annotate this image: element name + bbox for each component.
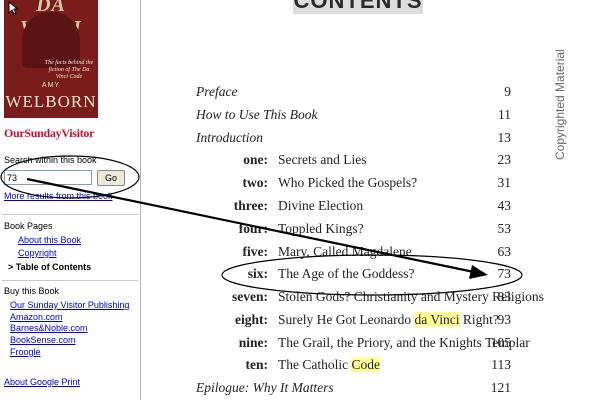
toc-title-part: Surely He Got Leonardo (278, 312, 415, 327)
toc-page: 31 (497, 175, 512, 190)
toc-title-part: Right? (459, 312, 499, 327)
book-pages-title: Book Pages (4, 221, 53, 231)
toc-page: 63 (497, 244, 512, 259)
toc-title: How to Use This Book (196, 107, 318, 122)
toc-title: The Catholic Code (278, 357, 380, 373)
toc-page: 121 (490, 380, 511, 395)
toc-chapter-label: seven: (232, 289, 268, 304)
toc-row-chapter-one: one: Secrets and Lies 23 (196, 152, 511, 174)
toc-title: Introduction (196, 130, 263, 145)
toc-chapter-label: five: (242, 244, 268, 259)
buy-link-osv[interactable]: Our Sunday Visitor Publishing (10, 300, 129, 310)
toc-page: 13 (497, 130, 512, 145)
toc-chapter-label: six: (247, 266, 268, 281)
about-this-book-link[interactable]: About this Book (18, 235, 81, 245)
table-of-contents-current: > Table of Contents (8, 262, 92, 272)
toc-row-chapter-three: three: Divine Election 43 (196, 198, 511, 220)
toc-row-chapter-ten: ten: The Catholic Code 113 (196, 357, 511, 379)
mouse-cursor-icon (8, 1, 18, 15)
buy-link-amazon[interactable]: Amazon.com (10, 312, 63, 322)
toc-page: 83 (497, 289, 512, 304)
toc-chapter-label: four: (238, 221, 268, 236)
sidebar: DA VINCI The facts behind the fiction of… (0, 0, 141, 400)
buy-link-barnesnoble[interactable]: Barnes&Noble.com (10, 323, 88, 333)
search-label: Search within this book (4, 155, 97, 165)
publisher-logo[interactable]: OurSundayVisitor (4, 126, 94, 141)
cover-tagline: The facts behind the fiction of The Da V… (44, 60, 94, 80)
toc-title: Secrets and Lies (278, 152, 367, 167)
book-cover-image[interactable]: DA VINCI The facts behind the fiction of… (4, 0, 98, 118)
search-highlight: Code (351, 357, 380, 372)
toc-row-introduction: Introduction 13 (196, 130, 511, 152)
cover-author-last: WELBORN (5, 92, 97, 111)
toc-chapter-label: three: (233, 198, 268, 213)
toc-row-chapter-nine: nine: The Grail, the Priory, and the Kni… (196, 335, 530, 357)
contents-heading: CONTENTS (293, 0, 423, 14)
toc-row-preface: Preface 9 (196, 84, 511, 106)
toc-row-how-to-use: How to Use This Book 11 (196, 107, 511, 129)
toc-title: Epilogue: Why It Matters (196, 380, 334, 395)
toc-page: 23 (497, 152, 512, 167)
cover-author-first: AMY (41, 82, 61, 89)
toc-page: 105 (490, 335, 511, 350)
toc-row-epilogue: Epilogue: Why It Matters 121 (196, 380, 511, 402)
toc-page: 11 (498, 107, 511, 122)
toc-row-chapter-five: five: Mary, Called Magdalene 63 (196, 244, 511, 266)
buy-link-froogle[interactable]: Froogle (10, 347, 41, 357)
buy-this-book-title: Buy this Book (4, 286, 60, 296)
toc-row-chapter-four: four: Toppled Kings? 53 (196, 221, 511, 243)
toc-page: 113 (491, 357, 511, 372)
toc-title: Mary, Called Magdalene (278, 244, 412, 259)
toc-title: The Age of the Goddess? (278, 266, 415, 281)
toc-page: 53 (497, 221, 512, 236)
toc-title-part: The Catholic (278, 357, 352, 372)
more-results-link[interactable]: More results from this book (4, 191, 113, 201)
toc-page: 9 (504, 84, 511, 99)
toc-title: Toppled Kings? (278, 221, 364, 236)
toc-title: Divine Election (278, 198, 364, 213)
copyright-link[interactable]: Copyright (18, 248, 57, 258)
toc-chapter-label: eight: (235, 312, 268, 327)
copyright-watermark: Copyrighted Material (553, 49, 567, 160)
toc-chapter-label: one: (243, 152, 268, 167)
buy-link-booksense[interactable]: BookSense.com (10, 335, 76, 345)
toc-chapter-label: nine: (238, 335, 268, 350)
search-highlight: da Vinci (414, 312, 460, 327)
about-google-print-link[interactable]: About Google Print (4, 377, 80, 387)
toc-row-chapter-seven: seven: Stolen Gods? Christianity and Mys… (196, 289, 544, 311)
toc-page: 43 (497, 198, 512, 213)
divider (2, 214, 138, 215)
toc-row-chapter-eight: eight: Surely He Got Leonardo da Vinci R… (196, 312, 511, 334)
divider (2, 280, 138, 281)
toc-page: 93 (497, 312, 512, 327)
toc-chapter-label: ten: (245, 357, 269, 372)
toc-row-chapter-two: two: Who Picked the Gospels? 31 (196, 175, 512, 197)
toc-title: Preface (196, 84, 238, 99)
book-page-image: CONTENTS Preface 9 How to Use This Book … (141, 0, 616, 400)
search-input[interactable] (4, 170, 92, 185)
toc-title: Who Picked the Gospels? (278, 175, 418, 190)
go-button[interactable]: Go (97, 170, 125, 186)
toc-page: 73 (497, 266, 512, 281)
toc-row-chapter-six: six: The Age of the Goddess? 73 (196, 266, 511, 288)
toc-chapter-label: two: (242, 175, 269, 190)
toc-title: Surely He Got Leonardo da Vinci Right? (278, 312, 499, 328)
